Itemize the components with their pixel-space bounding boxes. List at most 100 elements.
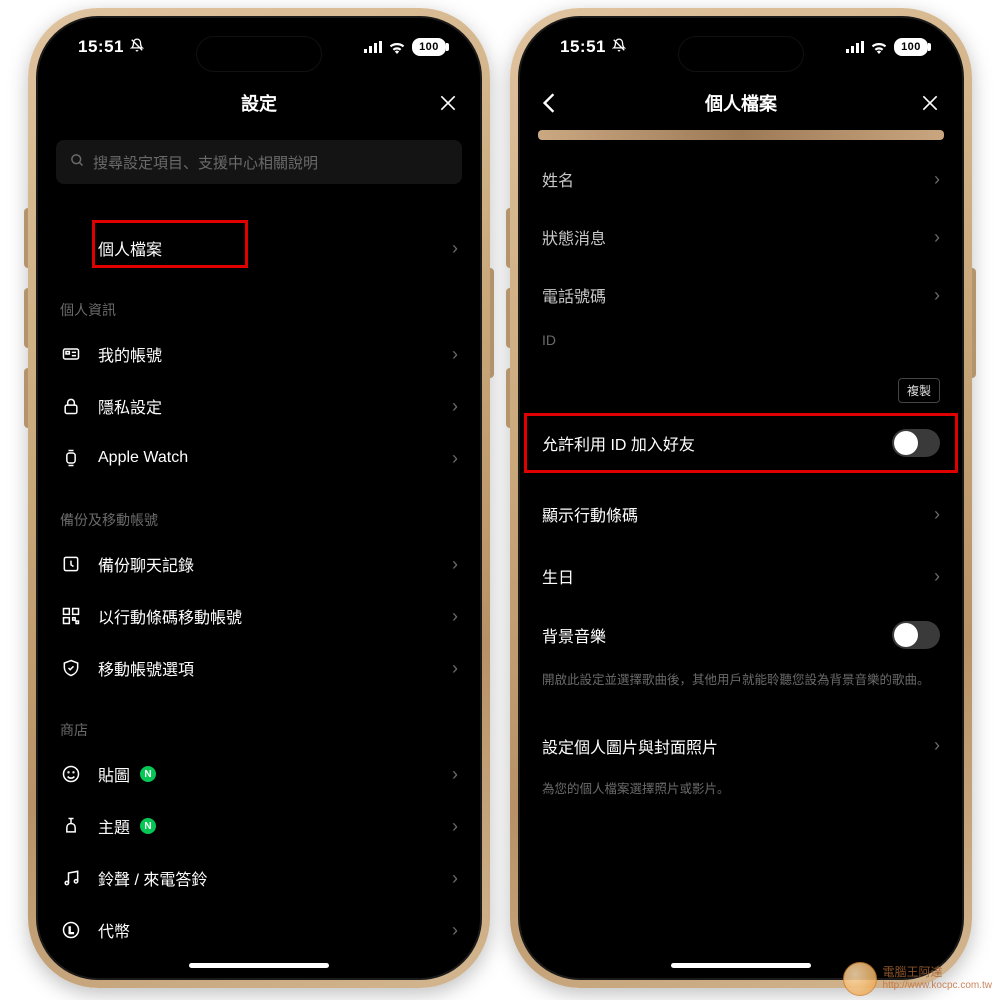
id-card-icon bbox=[60, 343, 82, 365]
music-icon bbox=[60, 867, 82, 889]
chevron-right-icon: › bbox=[452, 238, 458, 259]
smile-icon bbox=[60, 763, 82, 785]
row-qr-migrate[interactable]: 以行動條碼移動帳號 › bbox=[38, 590, 480, 642]
row-label: 我的帳號 bbox=[98, 342, 436, 366]
row-allow-id-add[interactable]: 允許利用 ID 加入好友 bbox=[520, 413, 962, 473]
row-label: 設定個人圖片與封面照片 bbox=[542, 734, 918, 758]
bell-off-icon bbox=[612, 37, 626, 57]
row-label: 貼圖 bbox=[98, 762, 130, 786]
chevron-right-icon: › bbox=[452, 868, 458, 889]
row-label: Apple Watch bbox=[98, 449, 436, 467]
chevron-right-icon: › bbox=[934, 504, 940, 525]
navbar: 設定 bbox=[38, 76, 480, 130]
profile-row[interactable]: 個人檔案 › bbox=[38, 222, 480, 274]
qr-icon bbox=[60, 605, 82, 627]
banner-strip bbox=[538, 130, 944, 140]
page-title: 設定 bbox=[241, 90, 277, 116]
home-indicator[interactable] bbox=[671, 963, 811, 968]
row-label: 移動帳號選項 bbox=[98, 656, 436, 680]
shield-icon bbox=[60, 657, 82, 679]
screen-left: 15:51 100 設定 bbox=[36, 16, 482, 980]
toggle-allow-id[interactable] bbox=[892, 429, 940, 457]
row-backup-chat[interactable]: 備份聊天記錄 › bbox=[38, 538, 480, 590]
row-label: 顯示行動條碼 bbox=[542, 502, 918, 526]
theme-icon bbox=[60, 815, 82, 837]
chevron-right-icon: › bbox=[934, 169, 940, 190]
row-coins[interactable]: L 代幣 › bbox=[38, 904, 480, 956]
row-stickers[interactable]: 貼圖 N › bbox=[38, 748, 480, 800]
row-label: 備份聊天記錄 bbox=[98, 552, 436, 576]
status-time: 15:51 bbox=[78, 37, 124, 57]
close-button[interactable] bbox=[920, 76, 940, 130]
page-title: 個人檔案 bbox=[705, 90, 777, 116]
row-label: 允許利用 ID 加入好友 bbox=[542, 431, 876, 455]
chevron-right-icon: › bbox=[934, 285, 940, 306]
row-birthday[interactable]: 生日 › bbox=[520, 545, 962, 607]
chevron-right-icon: › bbox=[452, 344, 458, 365]
row-bgm[interactable]: 背景音樂 開啟此設定並選擇歌曲後，其他用戶就能聆聽您設為背景音樂的歌曲。 bbox=[520, 607, 962, 704]
row-migrate-options[interactable]: 移動帳號選項 › bbox=[38, 642, 480, 694]
row-show-qr[interactable]: 顯示行動條碼 › bbox=[520, 483, 962, 545]
row-apple-watch[interactable]: Apple Watch › bbox=[38, 432, 480, 484]
chevron-right-icon: › bbox=[452, 658, 458, 679]
wifi-icon bbox=[870, 41, 888, 54]
lock-icon bbox=[60, 395, 82, 417]
new-badge: N bbox=[140, 818, 156, 834]
chevron-right-icon: › bbox=[934, 735, 940, 756]
row-themes[interactable]: 主題 N › bbox=[38, 800, 480, 852]
chevron-right-icon: › bbox=[452, 816, 458, 837]
row-label: 代幣 bbox=[98, 918, 436, 942]
bell-off-icon bbox=[130, 37, 144, 57]
row-label: 生日 bbox=[542, 564, 918, 588]
screen-right: 15:51 100 bbox=[518, 16, 964, 980]
row-phone-number[interactable]: 電話號碼 › bbox=[520, 266, 962, 324]
navbar: 個人檔案 bbox=[520, 76, 962, 130]
row-status-message[interactable]: 狀態消息 › bbox=[520, 208, 962, 266]
close-button[interactable] bbox=[438, 76, 458, 130]
row-label: 電話號碼 bbox=[542, 283, 918, 307]
watermark-url: http://www.kocpc.com.tw bbox=[883, 980, 992, 992]
row-account[interactable]: 我的帳號 › bbox=[38, 328, 480, 380]
row-privacy[interactable]: 隱私設定 › bbox=[38, 380, 480, 432]
section-header-backup: 備份及移動帳號 bbox=[38, 484, 480, 538]
row-name[interactable]: 姓名 › bbox=[520, 150, 962, 208]
toggle-bgm[interactable] bbox=[892, 621, 940, 649]
watermark-name: 電腦王阿達 bbox=[883, 966, 992, 980]
row-label: 背景音樂 bbox=[542, 623, 876, 647]
id-label: ID bbox=[542, 332, 940, 348]
chevron-right-icon: › bbox=[934, 227, 940, 248]
status-time: 15:51 bbox=[560, 37, 606, 57]
phone-left: 15:51 100 設定 bbox=[28, 8, 490, 988]
back-button[interactable] bbox=[542, 76, 556, 130]
cellular-icon bbox=[364, 41, 382, 53]
watch-icon bbox=[60, 447, 82, 469]
row-label: 以行動條碼移動帳號 bbox=[98, 604, 436, 628]
dynamic-island bbox=[678, 36, 804, 72]
backup-icon bbox=[60, 553, 82, 575]
row-cover-photo[interactable]: 設定個人圖片與封面照片 › 為您的個人檔案選擇照片或影片。 bbox=[520, 720, 962, 813]
row-label: 姓名 bbox=[542, 167, 918, 191]
search-input[interactable]: 搜尋設定項目、支援中心相關說明 bbox=[56, 140, 462, 184]
row-subtitle: 開啟此設定並選擇歌曲後，其他用戶就能聆聽您設為背景音樂的歌曲。 bbox=[542, 671, 940, 690]
chevron-right-icon: › bbox=[452, 920, 458, 941]
row-label: 狀態消息 bbox=[542, 225, 918, 249]
dynamic-island bbox=[196, 36, 322, 72]
battery-indicator: 100 bbox=[412, 38, 446, 56]
svg-text:L: L bbox=[68, 925, 73, 935]
profile-row-label: 個人檔案 bbox=[98, 236, 436, 260]
battery-indicator: 100 bbox=[894, 38, 928, 56]
chevron-right-icon: › bbox=[934, 566, 940, 587]
new-badge: N bbox=[140, 766, 156, 782]
search-placeholder: 搜尋設定項目、支援中心相關說明 bbox=[93, 152, 318, 173]
coin-icon: L bbox=[60, 919, 82, 941]
copy-id-button[interactable]: 複製 bbox=[898, 378, 940, 403]
home-indicator[interactable] bbox=[189, 963, 329, 968]
section-header-shop: 商店 bbox=[38, 694, 480, 748]
phone-right: 15:51 100 bbox=[510, 8, 972, 988]
row-label: 隱私設定 bbox=[98, 394, 436, 418]
row-label: 主題 bbox=[98, 814, 130, 838]
watermark: 電腦王阿達 http://www.kocpc.com.tw bbox=[843, 962, 992, 996]
chevron-right-icon: › bbox=[452, 764, 458, 785]
chevron-right-icon: › bbox=[452, 554, 458, 575]
row-ringtone[interactable]: 鈴聲 / 來電答鈴 › bbox=[38, 852, 480, 904]
